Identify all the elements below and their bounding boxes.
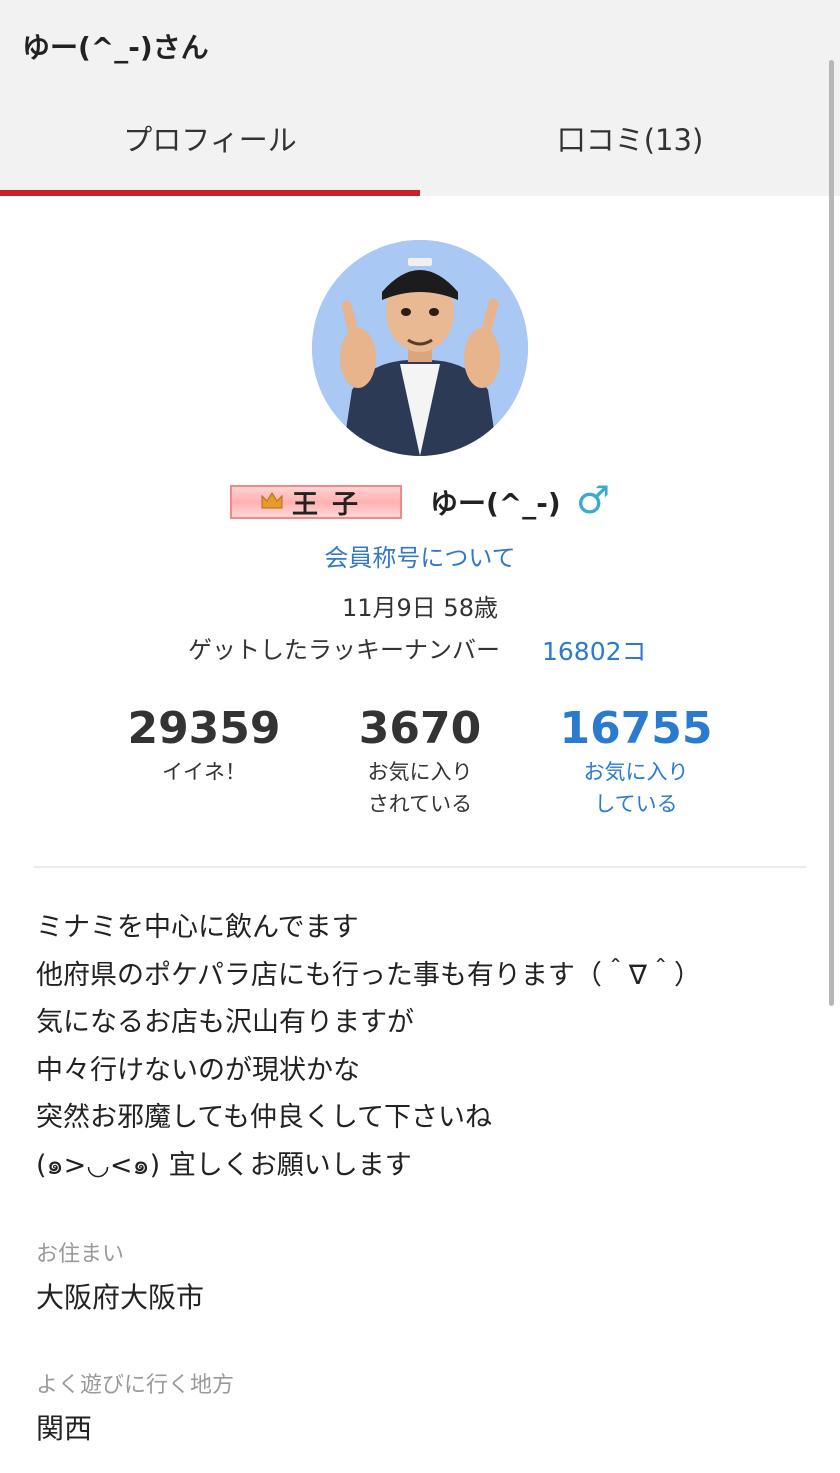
bio-line: 他府県のポケパラ店にも行った事も有ります（＾∇＾） bbox=[36, 959, 701, 991]
tab-profile[interactable]: プロフィール bbox=[0, 92, 420, 196]
crown-icon bbox=[260, 490, 284, 514]
divider bbox=[34, 866, 806, 868]
favorites-stat[interactable]: 16755 お気に入り している bbox=[536, 702, 736, 820]
frequent-area-value: 関西 bbox=[36, 1412, 93, 1445]
active-tab-indicator bbox=[0, 190, 420, 196]
tab-bar: プロフィール 口コミ(13) bbox=[0, 92, 840, 196]
favorited-by-count: 3670 bbox=[358, 703, 482, 754]
rank-badge: 王子 bbox=[230, 485, 402, 520]
scrollbar[interactable] bbox=[829, 60, 834, 1006]
residence-value: 大阪府大阪市 bbox=[36, 1281, 205, 1314]
favorites-count[interactable]: 16755 bbox=[536, 702, 736, 756]
avatar-illustration bbox=[312, 240, 528, 456]
residence-label: お住まい bbox=[36, 1242, 125, 1267]
tab-reviews[interactable]: 口コミ(13) bbox=[420, 92, 840, 196]
rank-badge-label: 王子 bbox=[291, 489, 372, 520]
favorited-by-label-1: お気に入り bbox=[367, 760, 473, 784]
bio-line: 中々行けないのが現状かな bbox=[36, 1054, 360, 1086]
bio-line: 突然お邪魔しても仲良くして下さいね bbox=[36, 1102, 493, 1134]
avatar bbox=[312, 240, 528, 456]
bio-line: 気になるお店も沢山有りますが bbox=[36, 1007, 414, 1039]
favorited-by-label-2: されている bbox=[367, 792, 473, 816]
lucky-number-value[interactable]: 16802コ bbox=[542, 632, 647, 668]
favorites-label-1[interactable]: お気に入り bbox=[536, 756, 736, 788]
bio-line: ミナミを中心に飲んでます bbox=[36, 912, 359, 943]
male-icon: ♂ bbox=[576, 478, 611, 522]
lucky-number-label: ゲットしたラッキーナンバー bbox=[188, 636, 500, 664]
favorites-label-2[interactable]: している bbox=[536, 788, 736, 820]
page-title: ゆー(^_-)さん bbox=[22, 31, 209, 64]
username: ゆー(^_-) bbox=[430, 487, 561, 520]
likes-stat: 29359 イイネ！ bbox=[104, 702, 304, 788]
bio-text: ミナミを中心に飲んでます 他府県のポケパラ店にも行った事も有ります（＾∇＾） 気… bbox=[36, 904, 701, 1190]
likes-label: イイネ！ bbox=[162, 760, 246, 784]
frequent-area-label: よく遊びに行く地方 bbox=[36, 1373, 235, 1398]
bio-line: (๑>◡<๑) 宜しくお願いします bbox=[36, 1149, 412, 1181]
likes-count: 29359 bbox=[127, 703, 281, 754]
title-bar: ゆー(^_-)さん bbox=[0, 0, 840, 92]
favorited-by-stat: 3670 お気に入り されている bbox=[320, 702, 520, 820]
birthday-age: 11月9日 58歳 bbox=[342, 594, 498, 622]
member-title-link[interactable]: 会員称号について bbox=[0, 538, 840, 573]
